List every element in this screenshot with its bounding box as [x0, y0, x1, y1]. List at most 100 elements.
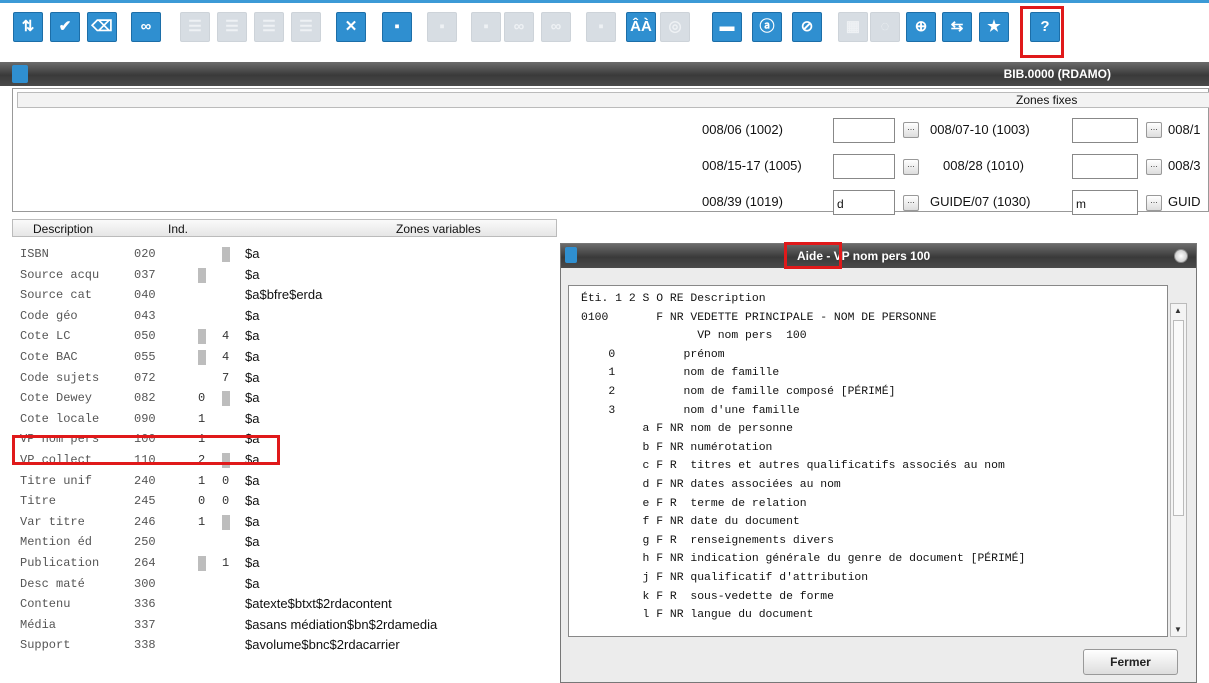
subfield-a-icon[interactable]: ⓐ [752, 12, 782, 42]
help-icon[interactable]: ? [1030, 12, 1060, 42]
table-row[interactable]: Titre unif 240 1 0 $a [12, 471, 557, 490]
table-row[interactable]: Publication 264 1 $a [12, 553, 557, 572]
indicator-2[interactable] [222, 268, 230, 283]
transfer-icon[interactable]: ⇆ [942, 12, 972, 42]
indicator-2[interactable]: 1 [222, 556, 230, 571]
ellipsis-button[interactable]: … [903, 122, 919, 138]
binoculars-icon[interactable]: ∞ [131, 12, 161, 42]
star-icon[interactable]: ★ [979, 12, 1009, 42]
indicator-1[interactable] [198, 329, 206, 345]
list-icon[interactable]: ☰ [180, 12, 210, 42]
indicator-2[interactable]: 0 [222, 494, 230, 509]
scroll-thumb[interactable] [1173, 320, 1184, 516]
subfield-disabled-icon[interactable]: ⊘ [792, 12, 822, 42]
indicator-2[interactable] [222, 309, 230, 324]
indicator-2[interactable] [222, 412, 230, 427]
globe-icon[interactable]: ◌ [870, 12, 900, 42]
field-content[interactable]: $a [245, 246, 259, 261]
record-icon[interactable]: ▪ [427, 12, 457, 42]
field-content[interactable]: $a [245, 308, 259, 323]
fixed-field-input[interactable] [833, 154, 895, 179]
indicator-1[interactable]: 1 [198, 412, 206, 427]
indicator-1[interactable] [198, 597, 206, 612]
list-indent-icon[interactable]: ☰ [291, 12, 321, 42]
scroll-up-icon[interactable]: ▲ [1174, 306, 1182, 315]
list-icon[interactable]: ☰ [217, 12, 247, 42]
indicator-2[interactable] [222, 453, 230, 468]
field-content[interactable]: $a [245, 431, 259, 446]
field-content[interactable]: $avolume$bnc$2rdacarrier [245, 637, 400, 652]
table-row[interactable]: ISBN 020 $a [12, 244, 557, 263]
indicator-1[interactable] [198, 371, 206, 386]
validate-icon[interactable]: ✔ [50, 12, 80, 42]
field-content[interactable]: $a [245, 452, 259, 467]
record-icon[interactable]: ▪ [586, 12, 616, 42]
fixed-field-input[interactable] [1072, 118, 1138, 143]
indicator-2[interactable] [222, 618, 230, 633]
indicator-1[interactable] [198, 247, 206, 262]
indicator-2[interactable] [222, 638, 230, 653]
field-content[interactable]: $a [245, 576, 259, 591]
indicator-2[interactable] [222, 535, 230, 550]
field-content[interactable]: $a [245, 534, 259, 549]
help-text-area[interactable]: Éti. 1 2 S O RE Description 0100 F NR VE… [568, 285, 1168, 637]
indicator-2[interactable]: 4 [222, 329, 230, 344]
indicator-1[interactable]: 1 [198, 474, 206, 489]
scroll-down-icon[interactable]: ▼ [1174, 625, 1182, 634]
indicator-1[interactable]: 1 [198, 432, 206, 447]
record-icon[interactable]: ▪ [471, 12, 501, 42]
table-row[interactable]: Source cat 040 $a$bfre$erda [12, 285, 557, 304]
table-row[interactable]: Média 337 $asans médiation$bn$2rdamedia [12, 615, 557, 634]
indicator-1[interactable] [198, 267, 206, 283]
url-globe-icon[interactable]: ⊕ [906, 12, 936, 42]
field-content[interactable]: $a [245, 473, 259, 488]
indicator-2[interactable] [222, 247, 230, 262]
help-dialog-titlebar[interactable]: Aide - VP nom pers 100 [561, 244, 1196, 268]
fixed-field-input[interactable] [1072, 154, 1138, 179]
ellipsis-button[interactable]: … [1146, 159, 1162, 175]
indicator-2[interactable] [222, 514, 230, 530]
ellipsis-button[interactable]: … [903, 159, 919, 175]
table-row[interactable]: Cote BAC 055 4 $a [12, 347, 557, 366]
indicator-1[interactable]: 1 [198, 515, 206, 530]
indicator-2[interactable] [222, 597, 230, 612]
indicator-2[interactable] [222, 288, 230, 303]
field-content[interactable]: $a [245, 390, 259, 405]
field-content[interactable]: $a [245, 349, 259, 364]
field-content[interactable]: $atexte$btxt$2rdacontent [245, 596, 392, 611]
field-content[interactable]: $a [245, 493, 259, 508]
dialog-close-icon[interactable] [1174, 249, 1188, 263]
indicator-1[interactable] [198, 309, 206, 324]
table-row[interactable]: Mention éd 250 $a [12, 532, 557, 551]
indicator-1[interactable] [198, 577, 206, 592]
grid-icon[interactable]: ▦ [838, 12, 868, 42]
circle-icon[interactable]: ◎ [660, 12, 690, 42]
indicator-2[interactable]: 7 [222, 371, 230, 386]
accents-icon[interactable]: ÂÀ [626, 12, 656, 42]
table-row[interactable]: Code géo 043 $a [12, 306, 557, 325]
indicator-1[interactable] [198, 535, 206, 550]
save-icon[interactable]: ▬ [712, 12, 742, 42]
indicator-2[interactable]: 4 [222, 350, 230, 365]
table-row[interactable]: Contenu 336 $atexte$btxt$2rdacontent [12, 594, 557, 613]
field-content[interactable]: $a [245, 555, 259, 570]
ellipsis-button[interactable]: … [1146, 195, 1162, 211]
field-content[interactable]: $a [245, 328, 259, 343]
import-icon[interactable]: ⇅ [13, 12, 43, 42]
close-button[interactable]: Fermer [1083, 649, 1178, 675]
indicator-1[interactable] [198, 618, 206, 633]
indicator-1[interactable] [198, 556, 206, 571]
ellipsis-button[interactable]: … [903, 195, 919, 211]
field-content[interactable]: $a [245, 514, 259, 529]
ellipsis-button[interactable]: … [1146, 122, 1162, 138]
field-content[interactable]: $a$bfre$erda [245, 287, 322, 302]
indicator-2[interactable]: 0 [222, 474, 230, 489]
fixed-field-input[interactable]: d [833, 190, 895, 215]
indicator-1[interactable]: 0 [198, 494, 206, 509]
binoculars-icon[interactable]: ∞ [504, 12, 534, 42]
indicator-1[interactable]: 2 [198, 453, 206, 468]
field-content[interactable]: $a [245, 370, 259, 385]
help-scrollbar[interactable]: ▲ ▼ [1170, 303, 1187, 637]
record-icon[interactable]: ▪ [382, 12, 412, 42]
list-icon[interactable]: ☰ [254, 12, 284, 42]
